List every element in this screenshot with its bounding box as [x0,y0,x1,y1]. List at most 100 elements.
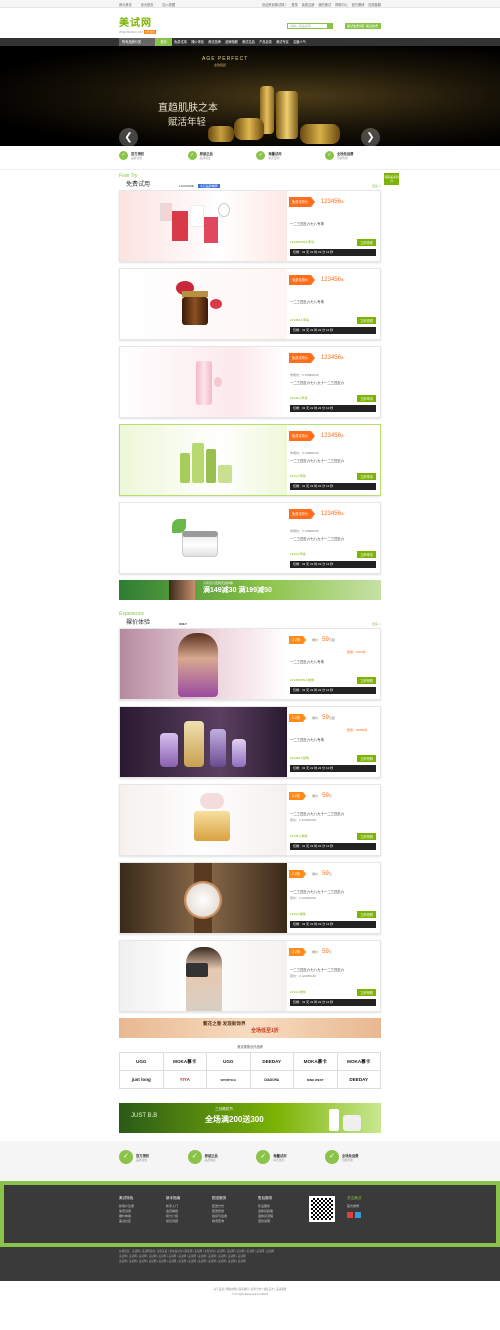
product-name[interactable]: 一二三四五六七八专场 [290,221,324,226]
qq-icon[interactable] [355,1212,361,1218]
footer-link[interactable]: 退款说明 [258,1219,273,1224]
product-image[interactable] [120,785,287,855]
deal-card[interactable]: 2.2折 爆价 59元 一二三四五六七八九十一二三四五六 原价：¥ 123456.0… [119,940,381,1012]
login-link[interactable]: 登录 [291,3,297,7]
product-image[interactable] [120,191,287,261]
product-image[interactable] [120,347,287,417]
footer-link[interactable]: 物流查询 [212,1219,227,1224]
product-info: 2.2折 爆价 59元 一二三四五六七八九十一二三四五六 原价：¥ 123456.0… [287,785,380,855]
more-link[interactable]: 更多>> [372,184,381,188]
deal-card[interactable]: 2.2折 爆价 59元起 数量：99999件 一二三四五六七八专场 123456人抢… [119,706,381,778]
brand-logo[interactable]: UGG [207,1053,251,1071]
top-link[interactable]: 加入收藏 [162,3,175,7]
search-button[interactable] [327,23,333,29]
top-link[interactable]: 我与美试 [119,3,132,7]
more-link[interactable]: 更多>> [372,622,381,626]
top-link[interactable]: 设为首页 [141,3,154,7]
product-name[interactable]: 一二三四五六七八专场 [290,659,324,664]
product-card[interactable]: 免费试用价 123456件 一二三四五六七八专场 123456789人申请 立即查… [119,190,381,262]
apply-button[interactable]: 立即申请 [357,551,376,558]
product-image[interactable] [120,503,287,573]
product-card[interactable]: 免费试用价 123456件 市场价：¥ 139999.00 一二三四五六七八九十一… [119,424,381,496]
footer-link[interactable]: 常见问题 [166,1219,180,1224]
product-name[interactable]: 一二三四五六七八九十一二三四五六 [290,458,344,463]
buy-button[interactable]: 立即抢购 [357,755,376,762]
brand-logo[interactable]: just long [120,1071,164,1089]
product-image[interactable] [120,941,287,1011]
brand-logo[interactable]: NINE WEST [294,1071,338,1089]
nav-item[interactable]: 品牌旗舰 [223,38,240,46]
product-name[interactable]: 一二三四五六七八九十一二三四五六 [290,889,344,894]
banner-prev-arrow-icon[interactable]: ❮ [119,128,138,146]
price-value: 123456 [320,199,341,205]
buy-button[interactable]: 立即抢购 [357,911,376,918]
link-row[interactable]: 美试网 | 美试网 | 美试网 | 美试网 | 美试网 | 美试网 | 美试网 … [119,1259,381,1264]
promo-banner[interactable]: 繁花之春 发现新饰界 全场低至1折 [119,1018,381,1038]
product-card[interactable]: 免费试用价 123456件 市场价：¥ 139999.00 一二三四五六七八九十一… [119,346,381,418]
check-icon: ✓ [119,1150,133,1164]
site-logo[interactable]: 美试网 WWW.MEISHI.COM 免费试用 [119,14,157,34]
product-name[interactable]: 一二三四五六七八专场 [290,737,324,742]
promo-banner[interactable]: JUST B.B 三月棉花节 全场满200送300 [119,1103,381,1133]
search-input[interactable]: 请输入商品名称 [287,23,333,29]
category-menu[interactable]: 所有品牌分类 [119,38,155,46]
nav-item[interactable]: 美试名品 [240,38,257,46]
brand-logo[interactable]: DEEDAY [337,1071,381,1089]
product-image[interactable] [120,629,287,699]
deal-card[interactable]: 2.2折 爆价 59元 一二三四五六七八九十一二三四五六 原价：¥ 123456.0… [119,862,381,934]
apply-button[interactable]: 立即申请 [357,473,376,480]
brand-logo[interactable]: MOKA慕卡 [294,1053,338,1071]
apply-button[interactable]: 立即查看 [357,317,376,324]
deal-card[interactable]: 2.2折 爆价 59元 一二三四五六七八九十一二三四五六 原价：¥ 123456.0… [119,784,381,856]
top-link[interactable]: 在线客服 [368,3,381,7]
footer-link[interactable]: 美试社区 [119,1219,134,1224]
banner-next-arrow-icon[interactable]: ❯ [361,128,380,146]
hero-banner[interactable]: AGE PERFECT 金致臻颜 直趋肌肤之本 赋活年轻 ❮ ❯ [0,46,500,146]
top-link[interactable]: 帮助中心 [335,3,348,7]
nav-item[interactable]: 名媛人气 [291,38,308,46]
nav-item[interactable]: 免费试用 [172,38,189,46]
brand-logo[interactable]: UGG [120,1053,164,1071]
apply-button[interactable]: 立即申请 [357,395,376,402]
product-jar-image [300,124,340,144]
product-name[interactable]: 一二三四五六七八专场 [290,299,324,304]
side-flag-button[interactable]: 领取美试积分 [384,173,399,185]
nav-item[interactable]: 产品目录 [257,38,274,46]
follow-link[interactable]: 官方微博 [347,1204,361,1209]
buy-button[interactable]: 立即抢购 [357,989,376,996]
product-card[interactable]: 免费试用价 123456件 市场价：¥ 139999.00 一二三四五六七八九十一… [119,502,381,574]
deal-card[interactable]: 2.2折 爆价 59元起 数量：1000件 一二三四五六七八专场 123456789… [119,628,381,700]
product-name[interactable]: 一二三四五六七八九十一二三四五六 [290,380,344,385]
brand-logo[interactable]: DIADORA [250,1071,294,1089]
nav-item[interactable]: 首页 [155,38,172,46]
top-link[interactable]: 官方微博 [352,3,365,7]
brand-tag[interactable]: ONLY [179,622,187,626]
footer-column: 美试特色 新用户注册 免费试用 裸价体验 美试社区 [119,1196,134,1224]
product-image[interactable] [120,269,287,339]
brand-logo[interactable]: DEEDAY [250,1053,294,1071]
brand-tag[interactable]: 今日品牌推荐 [197,184,220,188]
product-image[interactable] [120,707,287,777]
product-image[interactable] [120,863,287,933]
buy-button[interactable]: 立即抢购 [357,833,376,840]
nav-item[interactable]: 美试品牌 [206,38,223,46]
nav-item[interactable]: 美试专区 [274,38,291,46]
brand-logo[interactable]: SPORTICA [207,1071,251,1089]
product-name[interactable]: 一二三四五六七八九十一二三四五六 [290,967,344,972]
product-image[interactable] [120,425,287,495]
brand-logo[interactable]: MOKA慕卡 [337,1053,381,1071]
header-button-2[interactable]: 美试免费试用 [364,23,381,34]
nav-item[interactable]: 裸价体验 [189,38,206,46]
brand-tag[interactable]: LANCOME [179,184,194,188]
weibo-icon[interactable] [347,1212,353,1218]
product-name[interactable]: 一二三四五六七八九十一二三四五六 [290,536,344,541]
product-card[interactable]: 免费试用价 123456件 一二三四五六七八专场 123456人申请 立即查看 仅… [119,268,381,340]
promo-banner[interactable]: 只有百分百纯天然护肤 满149减30 满199减50 [119,580,381,600]
brand-logo[interactable]: YIYA [163,1071,207,1089]
brand-logo[interactable]: MOKA慕卡 [163,1053,207,1071]
register-link[interactable]: 免费注册 [302,3,315,7]
buy-button[interactable]: 立即抢购 [357,677,376,684]
apply-button[interactable]: 立即查看 [357,239,376,246]
product-name[interactable]: 一二三四五六七八九十一二三四五六 [290,811,344,816]
top-link[interactable]: 我的美试 [318,3,331,7]
